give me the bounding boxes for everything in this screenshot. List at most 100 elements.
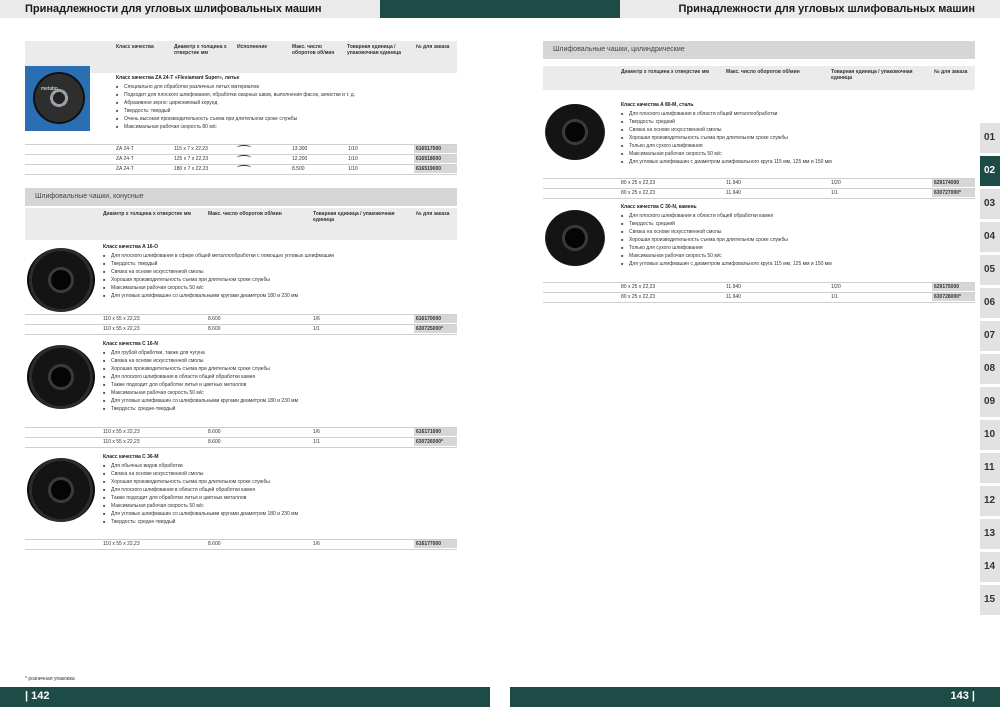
cell-dim: 110 x 55 x 22,23 — [103, 429, 140, 435]
section3-col-dim: Диаметр х толщина х отверстие мм — [621, 69, 710, 75]
cell-order-number: 630725000* — [414, 325, 457, 333]
bullet: Максимальная рабочая скорость 50 м/с — [621, 150, 975, 158]
cell-dim: 110 x 55 x 22,23 — [103, 326, 140, 332]
cell-rpm: 13.300 — [292, 146, 308, 152]
bullet: Связка на основе искусственной смолы — [103, 268, 457, 276]
bullet: Твердость: средне-твердый — [103, 405, 457, 413]
cell-dim: 180 x 7 x 22,23 — [174, 166, 209, 172]
chapter-tab-15[interactable]: 15 — [980, 585, 1000, 615]
grinding-cup-image — [27, 458, 95, 522]
flexible-icon — [237, 145, 251, 154]
chapter-tab-02[interactable]: 02 — [980, 156, 1000, 186]
cell-pack: 1/10 — [348, 156, 358, 162]
chapter-tab-06[interactable]: 06 — [980, 288, 1000, 318]
section3-col-order: № для заказа — [934, 69, 968, 75]
product-c30n: Класс качества C 30-N, камень Для плоско… — [621, 204, 975, 268]
cell-dim: 125 x 7 x 22,23 — [174, 156, 209, 162]
bullet: Твердость: средне-твердый — [103, 518, 457, 526]
bullet: Твердость: твердый — [116, 107, 456, 115]
cell-order-number: 629175000 — [932, 283, 975, 291]
table1-col-pack: Товарная единица / упаковочная единица — [347, 44, 402, 56]
bullet: Связка на основе искусственной смолы — [103, 357, 457, 365]
bullet: Связка на основе искусственной смолы — [621, 126, 975, 134]
section2-col-rpm: Макс. число оборотов об/мин — [208, 211, 282, 217]
table-row: 80 x 25 x 22,23 11.940 1/1 630727000* — [543, 189, 975, 199]
cell-rpm: 11.940 — [726, 190, 741, 196]
cell-pack: 1/20 — [831, 180, 841, 186]
cell-class: ZA 24-T — [116, 166, 134, 172]
table1-col-rpm: Макс. число оборотов об/мин — [292, 44, 335, 56]
chapter-tab-03[interactable]: 03 — [980, 189, 1000, 219]
section2-col-pack: Товарная единица / упаковочная единица — [313, 211, 395, 223]
cell-pack: 1/6 — [313, 541, 320, 547]
bullet: Подходит для плоского шлифования, обрабо… — [116, 91, 456, 99]
cell-rpm: 11.940 — [726, 294, 741, 300]
chapter-tab-07[interactable]: 07 — [980, 321, 1000, 351]
left-footer-bar — [0, 687, 490, 707]
bullet: Также подходит для обработки литья и цве… — [103, 494, 457, 502]
cell-order-number: 629174000 — [932, 179, 975, 187]
bullet: Максимальная рабочая скорость 50 м/с — [103, 502, 457, 510]
flexible-icon — [237, 165, 251, 174]
table-row: 110 x 55 x 22,23 8.600 1/1 630726000* — [25, 438, 457, 448]
product-a16o: Класс качества A 16-O Для плоского шлифо… — [103, 244, 457, 300]
section-title-conical: Шлифовальные чашки, конусные — [25, 188, 457, 206]
chapter-tab-13[interactable]: 13 — [980, 519, 1000, 549]
bullet: Хорошая производительность съема при дли… — [103, 365, 457, 373]
table1-col-class: Класс качества — [116, 44, 154, 50]
table-row: 110 x 55 x 22,23 8.600 1/6 616177000 — [25, 540, 457, 550]
flexible-icon — [237, 155, 251, 164]
cutting-disc-image: metabo — [25, 66, 90, 131]
bullet: Максимальная рабочая скорость 50 м/с — [103, 389, 457, 397]
section-title-cylindrical: Шлифовальные чашки, цилиндрические — [543, 41, 975, 59]
chapter-tab-08[interactable]: 08 — [980, 354, 1000, 384]
cell-pack: 1/1 — [831, 190, 838, 196]
cell-rpm: 8.600 — [208, 429, 221, 435]
chapter-tab-04[interactable]: 04 — [980, 222, 1000, 252]
chapter-tab-14[interactable]: 14 — [980, 552, 1000, 582]
chapter-tab-11[interactable]: 11 — [980, 453, 1000, 483]
product-za24t: Класс качества ZA 24-T «Flexiamant Super… — [116, 75, 456, 131]
left-page-title: Принадлежности для угловых шлифовальных … — [25, 3, 322, 15]
section2-col-dim: Диаметр х толщина х отверстие мм — [103, 211, 192, 217]
section2-col-order: № для заказа — [416, 211, 450, 217]
cell-order-number: 616517000 — [414, 145, 457, 153]
bullet: Хорошая производительность съема при дли… — [621, 134, 975, 142]
right-footer-bar — [510, 687, 1000, 707]
cell-dim: 110 x 55 x 22,23 — [103, 316, 140, 322]
grinding-cup-image — [545, 104, 605, 160]
table1-col-order: № для заказа — [416, 44, 450, 50]
table1-col-dim: Диаметр х толщина х отверстие мм — [174, 44, 227, 56]
table1-col-version: Исполнение — [237, 44, 268, 50]
cell-class: ZA 24-T — [116, 146, 134, 152]
bullet: Для угловых шлифмашин с диаметром шлифов… — [621, 158, 975, 166]
cell-class: ZA 24-T — [116, 156, 134, 162]
chapter-tab-12[interactable]: 12 — [980, 486, 1000, 516]
chapter-tab-10[interactable]: 10 — [980, 420, 1000, 450]
product-c16n: Класс качества C 16-N Для грубой обработ… — [103, 341, 457, 413]
cell-rpm: 8.500 — [292, 166, 305, 172]
chapter-tab-09[interactable]: 09 — [980, 387, 1000, 417]
cell-rpm: 8.600 — [208, 326, 221, 332]
bullet: Для угловых шлифмашин со шлифовальными к… — [103, 510, 457, 518]
bullet: Твердость: твердый — [103, 260, 457, 268]
table-row: 110 x 55 x 22,23 8.600 1/1 630725000* — [25, 325, 457, 335]
cell-order-number: 630726000* — [414, 438, 457, 446]
chapter-tab-05[interactable]: 05 — [980, 255, 1000, 285]
product-title: Класс качества C 16-N — [103, 341, 158, 347]
bullet: Хорошая производительность съема при дли… — [103, 276, 457, 284]
table-row: 80 x 25 x 22,23 11.940 1/20 629175000 — [543, 283, 975, 293]
product-title: Класс качества ZA 24-T «Flexiamant Super… — [116, 75, 240, 81]
cell-order-number: 630728000* — [932, 293, 975, 301]
cell-order-number: 616519000 — [414, 165, 457, 173]
table-row: 110 x 55 x 22,23 8.600 1/6 616170000 — [25, 315, 457, 325]
cell-dim: 80 x 25 x 22,23 — [621, 190, 656, 196]
product-title: Класс качества C 30-N, камень — [621, 204, 697, 210]
right-page-number: 143 | — [950, 690, 976, 702]
cell-order-number: 616170000 — [414, 315, 457, 323]
footnote: * розничная упаковка — [25, 676, 75, 682]
cell-dim: 80 x 25 x 22,23 — [621, 284, 656, 290]
cell-dim: 115 x 7 x 22,23 — [174, 146, 208, 152]
product-c36m: Класс качества C 36-M Для обычных видов … — [103, 454, 457, 526]
chapter-tab-01[interactable]: 01 — [980, 123, 1000, 153]
